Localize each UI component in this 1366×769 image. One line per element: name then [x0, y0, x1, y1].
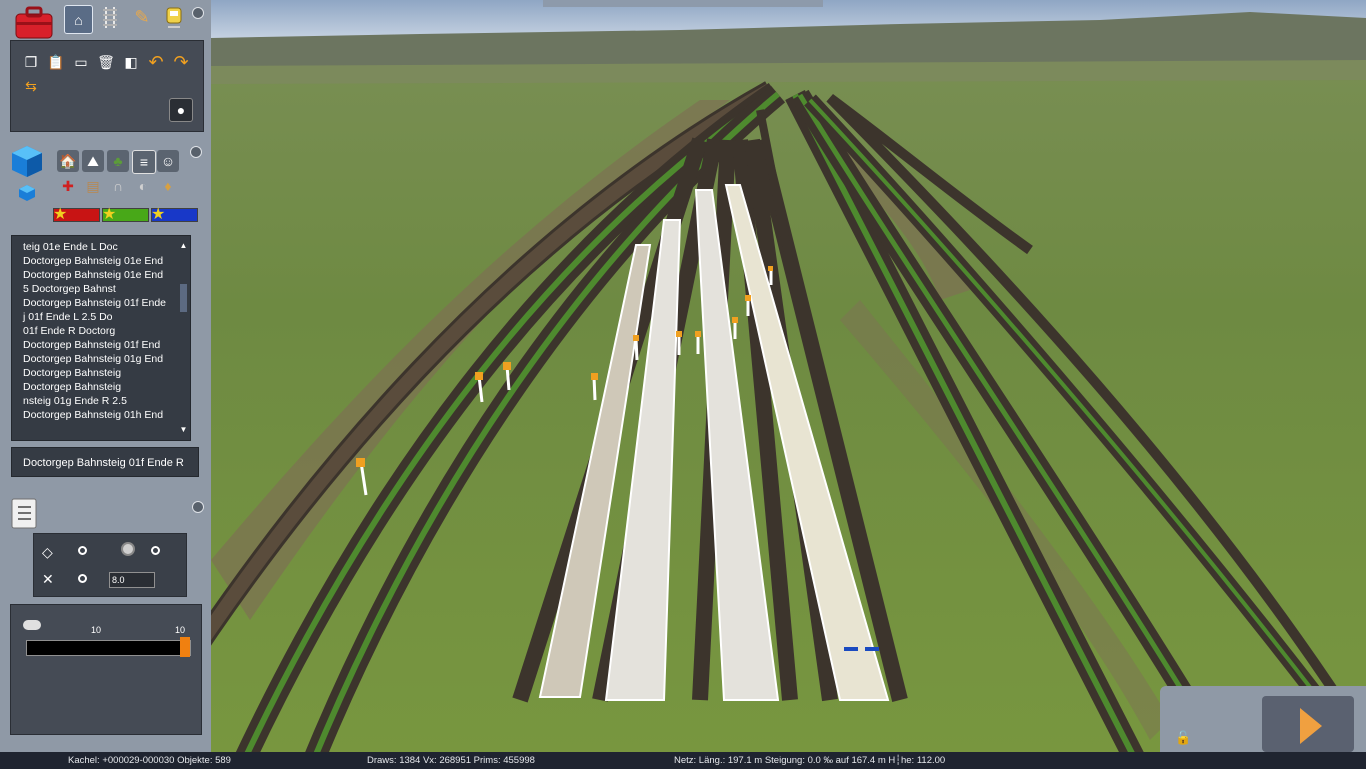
house-icon[interactable]: 🏠 [57, 150, 79, 172]
list-item[interactable]: Doctorgep Bahnsteig 01f End [12, 338, 190, 352]
tile-info: Kachel: +000029-000030 Objekte: 589 [68, 755, 231, 766]
smooth-icon[interactable] [121, 542, 135, 556]
landscape-icon[interactable]: ⛰ [82, 150, 104, 172]
train-icon[interactable] [162, 5, 186, 29]
list-item[interactable]: j 01f Ende L 2.5 Do [12, 310, 190, 324]
camera-icon[interactable]: ◧ [120, 51, 142, 73]
list-item[interactable]: 01f Ende R Doctorg [12, 324, 190, 338]
pin-icon-3[interactable] [192, 501, 204, 513]
object-list[interactable]: teig 01e Ende L Doc Doctorgep Bahnsteig … [11, 235, 191, 441]
star-icon: ★ [151, 206, 166, 223]
grid-icon[interactable]: ✕ [42, 571, 54, 588]
delete-icon[interactable]: 🗑 [95, 51, 117, 73]
slider-panel: 10 10 [10, 604, 202, 735]
edit-tools-panel: ❐ 📋 ▭ 🗑 ◧ ↶ ↷ ⇆ ● [10, 40, 204, 132]
list-item[interactable]: Doctorgep Bahnsteig 01f Ende [12, 296, 190, 310]
flip-icon[interactable]: ⇆ [20, 75, 42, 97]
list-item[interactable]: Doctorgep Bahnsteig 01g End [12, 352, 190, 366]
scroll-up-icon[interactable]: ▲ [179, 241, 188, 250]
redo-icon[interactable]: ↷ [170, 51, 192, 73]
flatten-radio[interactable] [78, 546, 87, 555]
smoke-icon[interactable]: ● [169, 98, 193, 122]
pin-icon-2[interactable] [190, 146, 202, 158]
height-input[interactable] [109, 572, 155, 588]
lamp-icon[interactable]: ◐ [132, 175, 154, 197]
signal-icon[interactable]: ✚ [57, 175, 79, 197]
track-info: Netz: Läng.: 197.1 m Steigung: 0.0 ‰ auf… [674, 755, 946, 766]
editor-sidebar: ⌂ ✎ ❐ 📋 ▭ 🗑 ◧ ↶ ↷ ⇆ ● 🏠 ⛰ ♣ ≡ ☺ ✚ ▤ ∩ ◐ [0, 0, 211, 752]
scroll-thumb[interactable] [180, 284, 187, 312]
scroll-down-icon[interactable]: ▼ [179, 425, 188, 434]
smooth-radio[interactable] [151, 546, 160, 555]
person-icon[interactable]: ☺ [157, 150, 179, 172]
height-tool-panel: ◇ ✕ [33, 533, 187, 597]
flatten-icon[interactable]: ◇ [42, 544, 53, 561]
status-bar: Kachel: +000029-000030 Objekte: 589 Draw… [0, 752, 1366, 769]
list-item[interactable]: nsteig 01g Ende R 2.5 [12, 394, 190, 408]
home-icon[interactable]: ⌂ [64, 5, 93, 34]
play-panel: 🔓 [1160, 686, 1366, 752]
slider-handle[interactable] [180, 637, 190, 657]
play-button[interactable] [1262, 696, 1354, 752]
properties-icon[interactable] [9, 497, 41, 531]
slider-max-label: 10 [175, 625, 186, 635]
small-cube-icon[interactable] [18, 184, 36, 202]
list-item[interactable]: Doctorgep Bahnsteig 01e End [12, 254, 190, 268]
copy-icon[interactable]: ❐ [20, 51, 42, 73]
selected-object: Doctorgep Bahnsteig 01f Ende R [11, 447, 199, 477]
rail-icon[interactable]: ≡ [132, 150, 156, 174]
pin-icon[interactable] [192, 7, 204, 19]
list-item[interactable]: teig 01e Ende L Doc [12, 240, 190, 254]
objects-panel: 🏠 ⛰ ♣ ≡ ☺ ✚ ▤ ∩ ◐ ♦ ★ ★ ★ [0, 140, 211, 230]
list-scrollbar[interactable]: ▲ ▼ [179, 239, 188, 437]
brush-icon[interactable]: ✎ [130, 5, 154, 29]
undo-icon[interactable]: ↶ [145, 51, 167, 73]
list-item[interactable]: 5 Doctorgep Bahnst [12, 282, 190, 296]
toolbox-icon[interactable] [13, 4, 56, 42]
star-icon: ★ [102, 206, 117, 223]
goods-icon[interactable]: ♦ [157, 175, 179, 197]
track-icon[interactable] [99, 5, 121, 30]
screen-icon[interactable]: ▭ [70, 51, 92, 73]
cube-icon[interactable] [10, 144, 44, 178]
sleeper-icon[interactable]: ▤ [82, 175, 104, 197]
tunnel-icon[interactable]: ∩ [107, 175, 129, 197]
render-stats: Draws: 1384 Vx: 268951 Prims: 455998 [367, 755, 535, 766]
list-item[interactable]: Doctorgep Bahnsteig 01e End [12, 268, 190, 282]
lock-icon[interactable]: 🔓 [1175, 730, 1191, 746]
grid-radio[interactable] [78, 574, 87, 583]
list-item[interactable]: Doctorgep Bahnsteig 01h End [12, 408, 190, 422]
paste-icon[interactable]: 📋 [45, 51, 67, 73]
toggle-icon[interactable] [23, 620, 41, 630]
star-icon: ★ [53, 206, 68, 223]
radius-slider[interactable] [26, 640, 191, 656]
tree-icon[interactable]: ♣ [107, 150, 129, 172]
list-item[interactable]: Doctorgep Bahnsteig [12, 366, 190, 380]
list-item[interactable]: Doctorgep Bahnsteig [12, 380, 190, 394]
slider-min-label: 10 [91, 625, 102, 635]
